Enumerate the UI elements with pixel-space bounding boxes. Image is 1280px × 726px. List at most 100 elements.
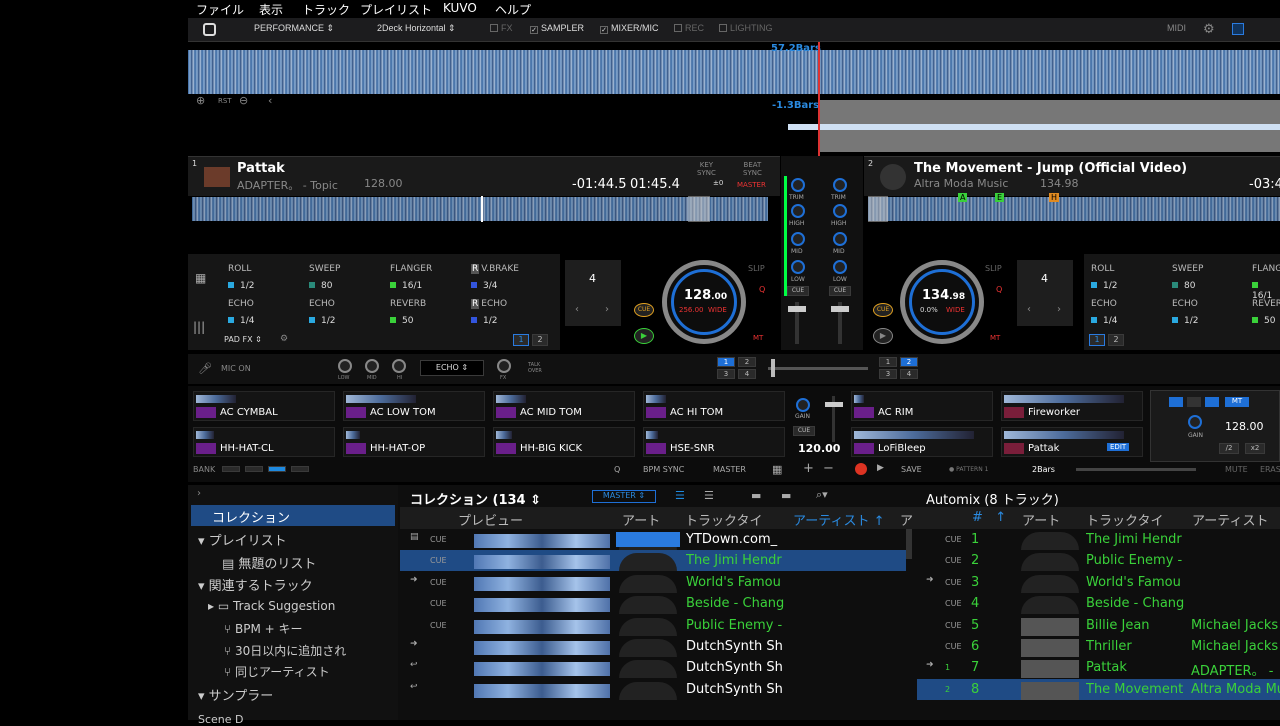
sampler-slot[interactable]: HSE-SNR: [643, 427, 785, 457]
row-cue-button[interactable]: CUE: [430, 535, 447, 544]
automix-row-cue[interactable]: CUE: [945, 535, 962, 544]
ch1-mid-knob[interactable]: [791, 232, 805, 246]
deck1-fx-page-1[interactable]: 1: [513, 334, 529, 346]
ch2-low-knob[interactable]: [833, 260, 847, 274]
mic-low-knob[interactable]: [338, 359, 352, 373]
tree-collection[interactable]: コレクション: [212, 507, 290, 526]
ch1-cue-button[interactable]: CUE: [787, 286, 809, 296]
deck1-preview-icon[interactable]: ▬: [751, 489, 761, 502]
deck1-page-3[interactable]: 3: [717, 369, 735, 379]
row-preview-waveform[interactable]: [474, 576, 610, 591]
ch2-high-knob[interactable]: [833, 204, 847, 218]
deck1-fx-name[interactable]: REVERB: [390, 299, 426, 309]
sampler-slot[interactable]: Fireworker: [1001, 391, 1143, 421]
deck1-master-button[interactable]: MASTER: [737, 181, 766, 189]
sampler-slot[interactable]: AC MID TOM: [493, 391, 635, 421]
tree-playlist[interactable]: ▾ プレイリスト: [198, 530, 287, 549]
row-cue-button[interactable]: CUE: [430, 621, 447, 630]
deck1-page-2[interactable]: 2: [738, 357, 756, 367]
gear-icon[interactable]: ⚙: [1203, 22, 1215, 37]
menu-track[interactable]: トラック: [302, 1, 350, 18]
zoom-in-icon[interactable]: ⊕: [196, 94, 205, 107]
deck2-page-3[interactable]: 3: [879, 369, 897, 379]
sampler-edit-button[interactable]: EDIT: [1107, 443, 1130, 451]
col-more[interactable]: ア: [900, 510, 913, 529]
tree-recent[interactable]: ⑂ 30日以内に追加され: [224, 642, 346, 659]
sampler-slot[interactable]: AC CYMBAL: [193, 391, 335, 421]
tree-track-suggestion[interactable]: ▸ ▭ Track Suggestion: [208, 599, 335, 613]
loop-half-icon[interactable]: ‹: [575, 304, 579, 315]
row-preview-waveform[interactable]: [474, 619, 610, 634]
sampler-slot[interactable]: AC LOW TOM: [343, 391, 485, 421]
lighting-toggle[interactable]: LIGHTING: [719, 23, 773, 33]
seq-skip-icon[interactable]: [1205, 397, 1219, 407]
zoom-reset-button[interactable]: RST: [218, 97, 232, 105]
deck2-quantize[interactable]: Q: [996, 285, 1002, 294]
deck1-beat-sync[interactable]: BEAT SYNC: [743, 161, 762, 177]
deck1-overview-waveform[interactable]: [192, 197, 768, 221]
seq-double-button[interactable]: x2: [1245, 443, 1265, 454]
deck1-fx-name[interactable]: R ECHO: [471, 299, 507, 309]
automix-col-num[interactable]: # ↑: [972, 510, 1006, 525]
chevron-left-icon[interactable]: ‹: [268, 94, 272, 107]
q-icon[interactable]: Q: [614, 465, 620, 474]
crossfader[interactable]: [771, 359, 775, 377]
ch2-fader[interactable]: [831, 306, 849, 312]
mic-on-button[interactable]: MIC ON: [221, 364, 251, 373]
col-preview[interactable]: プレビュー: [458, 510, 523, 529]
automix-row-cue[interactable]: CUE: [945, 599, 962, 608]
deck2-fx-page-2[interactable]: 2: [1108, 334, 1124, 346]
ch1-high-knob[interactable]: [791, 204, 805, 218]
seq-back-icon[interactable]: [1187, 397, 1201, 407]
sampler-master-button[interactable]: MASTER: [713, 465, 746, 474]
bank-2-button[interactable]: [245, 466, 263, 472]
deck2-preview-icon[interactable]: ▬: [781, 489, 791, 502]
search-icon[interactable]: ⌕▾: [816, 488, 828, 502]
automix-col-art[interactable]: アート: [1022, 510, 1060, 529]
layout-select[interactable]: 2Deck Horizontal ⇕: [377, 23, 456, 34]
deck1-fx-name[interactable]: FLANGER: [390, 264, 432, 274]
sampler-toggle[interactable]: ✓ SAMPLER: [530, 23, 584, 34]
row-preview-waveform[interactable]: [474, 555, 610, 570]
save-button[interactable]: SAVE: [901, 465, 922, 474]
sampler-slot[interactable]: HH-BIG KICK: [493, 427, 635, 457]
deck1-fx-name[interactable]: SWEEP: [309, 264, 340, 274]
talk-over-button[interactable]: TALK OVER: [528, 362, 542, 374]
row-preview-waveform[interactable]: [474, 662, 610, 677]
deck1-key-sync[interactable]: KEY SYNC: [697, 161, 716, 177]
deck1-slip[interactable]: SLIP: [748, 264, 765, 273]
deck1-fx-name[interactable]: R V.BRAKE: [471, 264, 519, 274]
mic-fx-select[interactable]: ECHO ⇕: [420, 360, 484, 376]
mic-fx-knob[interactable]: [497, 359, 511, 373]
record-icon[interactable]: [855, 463, 867, 475]
bpm-sync-button[interactable]: BPM SYNC: [643, 465, 684, 474]
detail-view-icon[interactable]: ☰: [704, 489, 714, 502]
pattern-select[interactable]: ● PATTERN 1: [949, 466, 988, 473]
loop-double-icon[interactable]: ›: [1057, 304, 1061, 315]
automix-col-track[interactable]: トラックタイ: [1086, 510, 1163, 529]
deck1-fx-name[interactable]: ROLL: [228, 264, 251, 274]
row-preview-waveform[interactable]: [474, 598, 610, 613]
sampler-slot[interactable]: AC RIM: [851, 391, 993, 421]
deck1-master-tempo[interactable]: MT: [753, 334, 763, 342]
bank-1-button[interactable]: [222, 466, 240, 472]
collection-master-select[interactable]: MASTER ⇕: [592, 490, 656, 503]
menu-file[interactable]: ファイル: [196, 1, 244, 18]
pad-fx-settings-icon[interactable]: ⚙: [280, 334, 288, 344]
automix-row-cue[interactable]: CUE: [945, 578, 962, 587]
row-preview-waveform[interactable]: [474, 534, 610, 548]
deck2-fx-name[interactable]: ECHO: [1172, 299, 1198, 309]
bank-3-button[interactable]: [268, 466, 286, 472]
plus-icon[interactable]: +: [803, 461, 814, 476]
sampler-slot[interactable]: HH-HAT-OP: [343, 427, 485, 457]
bank-4-button[interactable]: [291, 466, 309, 472]
deck2-cue-button[interactable]: CUE: [873, 303, 893, 317]
menu-kuvo[interactable]: KUVO: [443, 1, 477, 15]
collection-scrollbar[interactable]: [906, 529, 912, 559]
deck2-master-tempo[interactable]: MT: [990, 334, 1000, 342]
automix-row-cue[interactable]: CUE: [945, 621, 962, 630]
deck2-overview-waveform[interactable]: [868, 197, 1280, 221]
pad-grid-icon[interactable]: ▦: [195, 271, 206, 285]
deck1-jog-wheel[interactable]: 128.00 256.00 WIDE: [662, 260, 746, 344]
sampler-slot[interactable]: Pattak: [1001, 427, 1143, 457]
